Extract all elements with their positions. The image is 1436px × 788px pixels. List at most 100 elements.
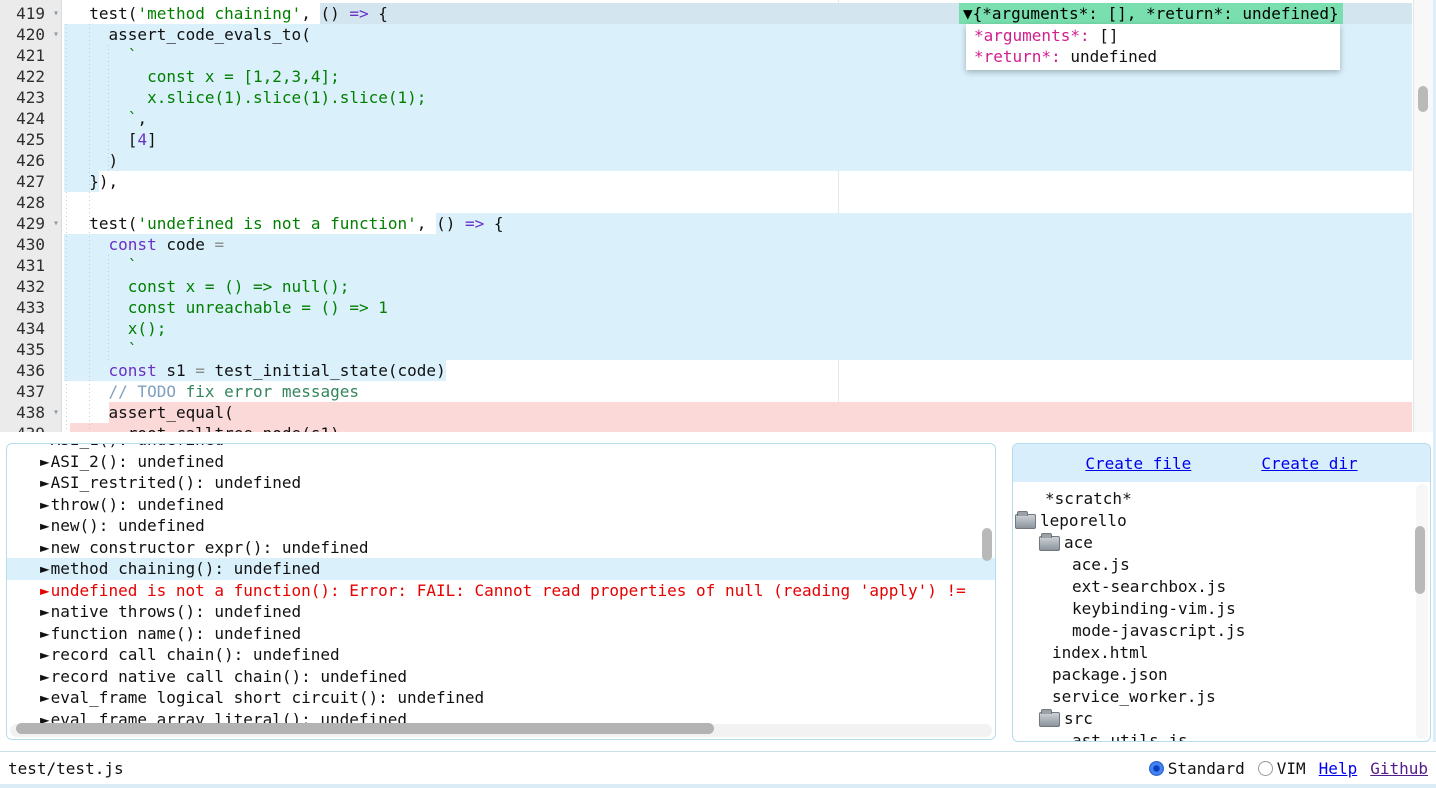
tree-file-item[interactable]: ace.js: [1072, 554, 1130, 576]
code-line[interactable]: test('undefined is not a function', () =…: [62, 213, 1412, 234]
tree-file-item[interactable]: *scratch*: [1045, 488, 1132, 510]
expand-triangle-icon[interactable]: ►: [40, 495, 50, 514]
code-editor[interactable]: test('method chaining', () => { assert_c…: [0, 0, 1436, 432]
code-line[interactable]: const code =: [62, 234, 1412, 255]
fold-toggle-icon[interactable]: ▾: [53, 213, 59, 234]
expand-triangle-icon[interactable]: ►: [40, 538, 50, 557]
fold-toggle-icon[interactable]: ▾: [53, 402, 59, 423]
gutter-line-number[interactable]: 432: [0, 276, 62, 297]
gutter-line-number[interactable]: 422: [0, 66, 62, 87]
code-line[interactable]: const unreachable = () => 1: [62, 297, 1412, 318]
gutter-line-number[interactable]: 435: [0, 339, 62, 360]
radio-selected-icon[interactable]: [1149, 761, 1164, 776]
create-file-link[interactable]: Create file: [1085, 454, 1191, 473]
editor-scrollbar[interactable]: [1413, 0, 1433, 432]
tree-file-item[interactable]: package.json: [1052, 664, 1168, 686]
results-vertical-scrollbar-thumb[interactable]: [982, 528, 992, 561]
gutter-line-number[interactable]: 431: [0, 255, 62, 276]
test-result-item[interactable]: ►function name(): undefined: [7, 623, 995, 645]
gutter-line-number[interactable]: 434: [0, 318, 62, 339]
gutter-line-number[interactable]: 428: [0, 192, 62, 213]
gutter-line-number[interactable]: 438▾: [0, 402, 62, 423]
code-line[interactable]: `,: [62, 108, 1412, 129]
gutter-line-number[interactable]: 423: [0, 87, 62, 108]
test-result-item[interactable]: ►new constructor expr(): undefined: [7, 537, 995, 559]
expand-triangle-icon[interactable]: ►: [40, 443, 50, 449]
tree-file-item[interactable]: keybinding-vim.js: [1072, 598, 1236, 620]
editor-scrollbar-thumb[interactable]: [1418, 86, 1428, 112]
gutter-line-number[interactable]: 421: [0, 45, 62, 66]
code-line[interactable]: root_calltree_node(s1): [62, 423, 1412, 432]
code-line[interactable]: const s1 = test_initial_state(code): [62, 360, 1412, 381]
test-result-item[interactable]: ►ASI_restrited(): undefined: [7, 472, 995, 494]
expand-triangle-icon[interactable]: ►: [40, 667, 50, 686]
expand-triangle-icon[interactable]: ►: [40, 452, 50, 471]
test-result-item[interactable]: ►method chaining(): undefined: [7, 558, 995, 580]
test-result-item[interactable]: ►throw(): undefined: [7, 494, 995, 516]
code-line[interactable]: [4]: [62, 129, 1412, 150]
test-result-label: new constructor expr(): undefined: [51, 538, 369, 557]
test-result-item[interactable]: ►eval_frame logical short circuit(): und…: [7, 687, 995, 709]
files-scrollbar-thumb[interactable]: [1415, 526, 1425, 594]
github-link[interactable]: Github: [1370, 759, 1428, 778]
gutter-line-number[interactable]: 420▾: [0, 24, 62, 45]
expand-triangle-icon[interactable]: ►: [40, 602, 50, 621]
code-line[interactable]: [62, 192, 1412, 213]
code-line[interactable]: x();: [62, 318, 1412, 339]
gutter-line-number[interactable]: 425: [0, 129, 62, 150]
help-link[interactable]: Help: [1319, 759, 1358, 778]
expand-triangle-icon[interactable]: ►: [40, 581, 50, 600]
test-result-item[interactable]: ►undefined is not a function(): Error: F…: [7, 580, 995, 602]
tree-folder-item[interactable]: ace: [1039, 532, 1093, 554]
keybinding-standard-option[interactable]: Standard: [1149, 759, 1245, 778]
expand-triangle-icon[interactable]: ►: [40, 688, 50, 707]
code-line[interactable]: ): [62, 150, 1412, 171]
expand-triangle-icon[interactable]: ►: [40, 624, 50, 643]
expand-triangle-icon[interactable]: ►: [40, 559, 50, 578]
editor-gutter[interactable]: 419▾420▾421422423424425426427428429▾4304…: [0, 0, 62, 432]
gutter-line-number[interactable]: 427: [0, 171, 62, 192]
create-dir-link[interactable]: Create dir: [1261, 454, 1357, 473]
tree-folder-item[interactable]: leporello: [1015, 510, 1127, 532]
code-line[interactable]: assert_equal(: [62, 402, 1412, 423]
test-result-item[interactable]: ►ASI_2(): undefined: [7, 451, 995, 473]
code-line[interactable]: const x = () => null();: [62, 276, 1412, 297]
tree-file-item[interactable]: ast_utils.js: [1072, 730, 1188, 742]
code-line[interactable]: `: [62, 339, 1412, 360]
gutter-line-number[interactable]: 429▾: [0, 213, 62, 234]
test-result-item[interactable]: ►record call chain(): undefined: [7, 644, 995, 666]
test-result-item[interactable]: ►record native call chain(): undefined: [7, 666, 995, 688]
fold-toggle-icon[interactable]: ▾: [53, 24, 59, 45]
tree-file-item[interactable]: ext-searchbox.js: [1072, 576, 1226, 598]
tree-file-item[interactable]: mode-javascript.js: [1072, 620, 1245, 642]
results-horizontal-scrollbar-thumb[interactable]: [16, 723, 714, 734]
gutter-line-number[interactable]: 419▾: [0, 3, 62, 24]
value-tooltip-summary[interactable]: ▼{*arguments*: [], *return*: undefined}: [959, 3, 1343, 24]
code-line[interactable]: // TODO fix error messages: [62, 381, 1412, 402]
gutter-line-number[interactable]: 426: [0, 150, 62, 171]
test-result-item[interactable]: ►native throws(): undefined: [7, 601, 995, 623]
radio-unselected-icon[interactable]: [1258, 761, 1273, 776]
code-line[interactable]: x.slice(1).slice(1).slice(1);: [62, 87, 1412, 108]
gutter-line-number[interactable]: 439: [0, 423, 62, 432]
results-horizontal-scrollbar[interactable]: [10, 724, 992, 737]
tree-folder-item[interactable]: src: [1039, 708, 1093, 730]
keybinding-vim-option[interactable]: VIM: [1258, 759, 1306, 778]
gutter-line-number[interactable]: 436: [0, 360, 62, 381]
gutter-line-number[interactable]: 424: [0, 108, 62, 129]
expand-triangle-icon[interactable]: ►: [40, 645, 50, 664]
folder-icon: [1039, 712, 1060, 727]
gutter-line-number[interactable]: 437: [0, 381, 62, 402]
code-line[interactable]: }),: [62, 171, 1412, 192]
tree-file-item[interactable]: service_worker.js: [1052, 686, 1216, 708]
gutter-line-number[interactable]: 430: [0, 234, 62, 255]
files-scrollbar[interactable]: [1416, 484, 1428, 739]
expand-triangle-icon[interactable]: ►: [40, 516, 50, 535]
fold-toggle-icon[interactable]: ▾: [53, 3, 59, 24]
code-line[interactable]: `: [62, 255, 1412, 276]
test-result-item[interactable]: ►new(): undefined: [7, 515, 995, 537]
tree-file-item[interactable]: index.html: [1052, 642, 1148, 664]
expand-triangle-icon[interactable]: ►: [40, 473, 50, 492]
test-result-label: undefined is not a function(): Error: FA…: [51, 581, 966, 600]
gutter-line-number[interactable]: 433: [0, 297, 62, 318]
